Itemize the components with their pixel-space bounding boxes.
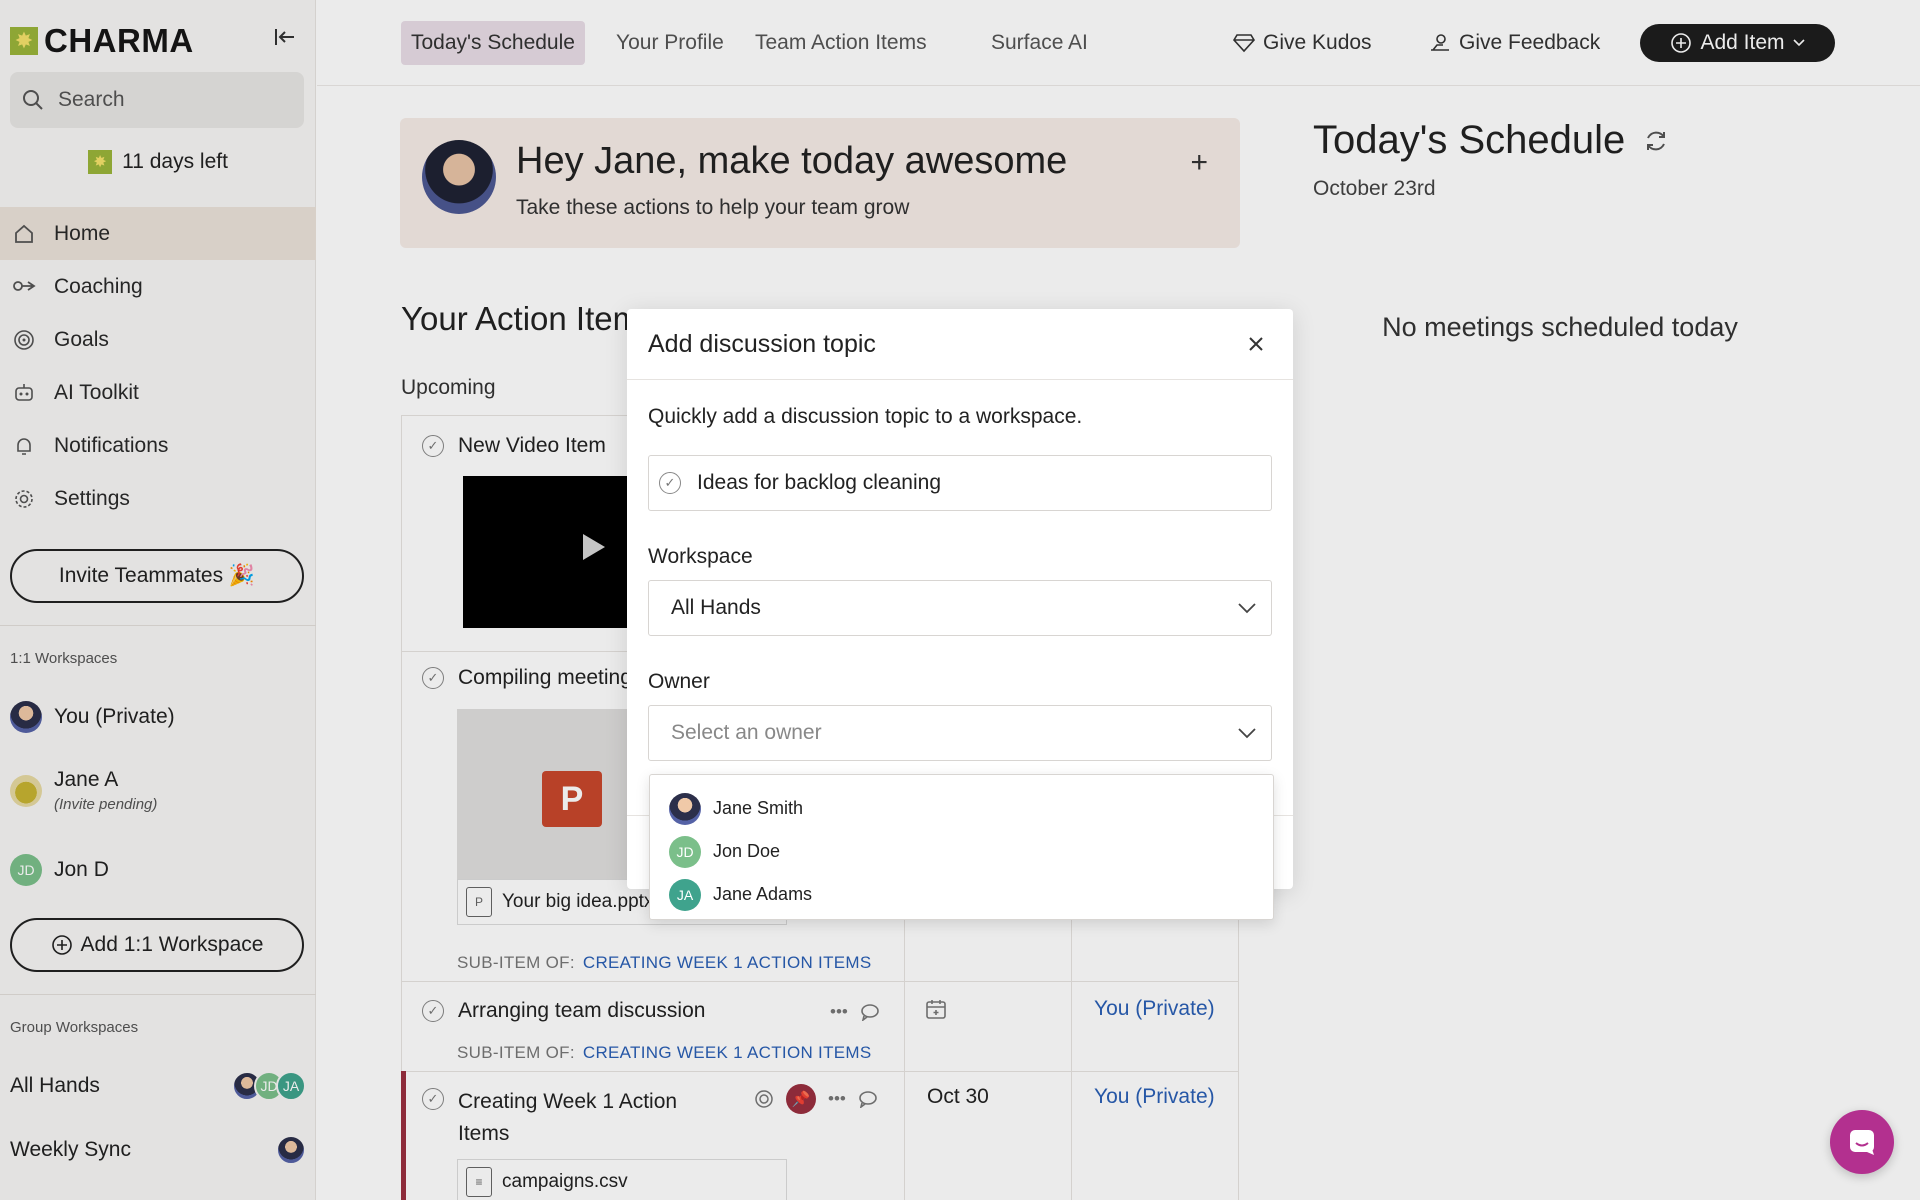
avatar — [669, 792, 701, 825]
owner-option-jon-doe[interactable]: JD Jon Doe — [650, 830, 1273, 873]
owner-select[interactable]: Select an owner — [648, 705, 1272, 761]
owner-placeholder: Select an owner — [671, 721, 822, 744]
owner-option-jane-adams[interactable]: JA Jane Adams — [650, 873, 1273, 916]
modal-title: Add discussion topic — [648, 329, 876, 358]
chat-support-button[interactable] — [1830, 1110, 1894, 1174]
modal-description: Quickly add a discussion topic to a work… — [648, 405, 1083, 428]
owner-dropdown-menu: Jane Smith JD Jon Doe JA Jane Adams — [649, 774, 1274, 920]
avatar: JD — [669, 835, 701, 868]
workspace-selected-value: All Hands — [671, 596, 761, 619]
workspace-select[interactable]: All Hands — [648, 580, 1272, 636]
modal-header: Add discussion topic — [627, 309, 1293, 380]
owner-option-jane-smith[interactable]: Jane Smith — [650, 787, 1273, 830]
topic-value: Ideas for backlog cleaning — [697, 471, 941, 494]
workspace-label: Workspace — [648, 545, 753, 568]
option-label: Jane Adams — [713, 884, 813, 904]
avatar: JA — [669, 878, 701, 911]
check-circle-icon: ✓ — [659, 472, 681, 494]
option-label: Jon Doe — [713, 841, 781, 861]
owner-label: Owner — [648, 670, 710, 693]
topic-input[interactable]: ✓ Ideas for backlog cleaning — [648, 455, 1272, 511]
close-icon — [1249, 337, 1263, 351]
close-button[interactable] — [1241, 329, 1271, 359]
option-label: Jane Smith — [713, 798, 804, 818]
chevron-down-icon — [1238, 603, 1256, 614]
chevron-down-icon — [1238, 728, 1256, 739]
chat-icon — [1850, 1130, 1874, 1155]
